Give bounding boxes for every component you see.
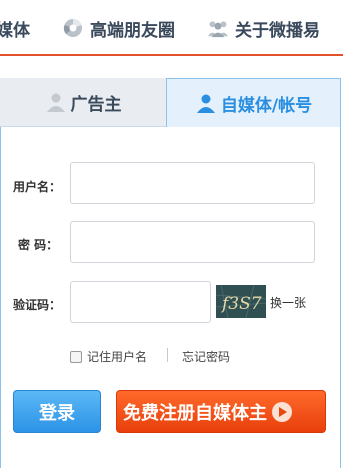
play-arrow-icon: [272, 401, 292, 422]
captcha-noise: f3S7: [216, 285, 266, 318]
remember-username[interactable]: 记住用户名: [70, 348, 147, 365]
tab-self-media[interactable]: 自媒体/帐号: [166, 78, 341, 127]
divider: [167, 348, 168, 362]
captcha-input[interactable]: [70, 281, 211, 323]
captcha-image[interactable]: f3S7: [216, 285, 266, 318]
login-button[interactable]: 登录: [13, 390, 101, 433]
circle-segment-icon: [63, 18, 82, 37]
people-group-icon: [207, 21, 229, 38]
nav-item-media[interactable]: 媒体: [0, 16, 30, 41]
top-navigation: 媒体 高端朋友圈 关于微播易: [0, 0, 343, 56]
register-button-label: 免费注册自媒体主: [123, 402, 267, 424]
forgot-password-link[interactable]: 忘记密码: [182, 348, 230, 365]
nav-item-friends[interactable]: 高端朋友圈: [62, 16, 175, 41]
nav-item-about-label: 关于微播易: [235, 20, 320, 41]
person-icon: [196, 94, 215, 113]
nav-item-about[interactable]: 关于微播易: [207, 16, 320, 41]
tab-advertiser-label: 广告主: [70, 94, 122, 115]
password-label: 密 码：: [18, 238, 59, 252]
tab-self-media-label: 自媒体/帐号: [220, 95, 313, 116]
remember-label: 记住用户名: [87, 350, 148, 364]
nav-item-media-label: 媒体: [0, 20, 30, 41]
captcha-label: 验证码：: [13, 298, 62, 312]
remember-checkbox[interactable]: [70, 350, 82, 363]
captcha-refresh-link[interactable]: 换一张: [270, 294, 306, 311]
tab-advertiser[interactable]: 广告主: [0, 78, 166, 127]
register-button[interactable]: 免费注册自媒体主: [116, 390, 326, 433]
person-icon: [46, 93, 65, 112]
password-input[interactable]: [70, 221, 315, 263]
login-tabs: 广告主 自媒体/帐号: [0, 78, 343, 127]
username-input[interactable]: [70, 162, 315, 204]
login-panel: 广告主 自媒体/帐号 用户名： 密 码： 验证码： f3S7 换一张 记住用户名…: [0, 78, 343, 468]
username-label: 用户名：: [13, 180, 62, 194]
captcha-text: f3S7: [220, 294, 262, 314]
nav-item-friends-label: 高端朋友圈: [90, 20, 175, 41]
login-button-label: 登录: [39, 402, 75, 424]
